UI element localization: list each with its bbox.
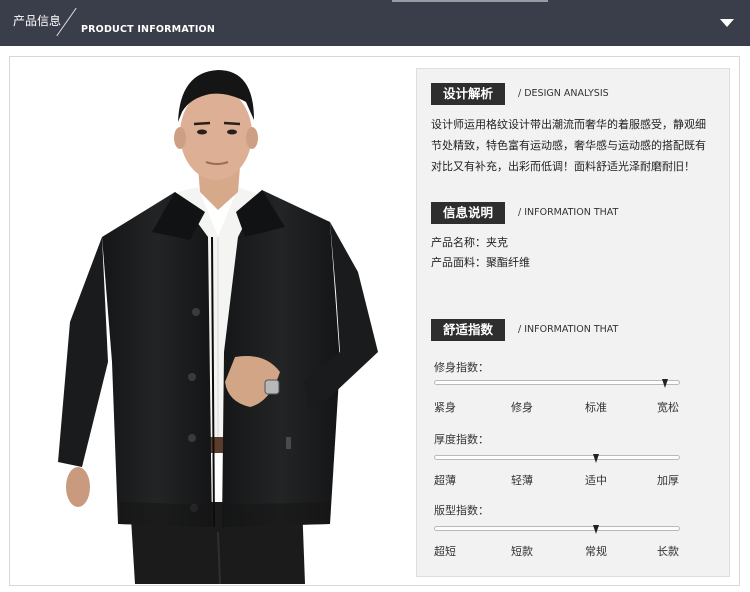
scale-option: 标准: [585, 401, 607, 414]
model-in-jacket-image: [58, 70, 378, 584]
thickness-scale-marker: [593, 454, 599, 463]
comfort-title: 舒适指数: [431, 319, 506, 341]
scale-option: 宽松: [657, 401, 679, 414]
banner-title-en: PRODUCT INFORMATION: [81, 24, 215, 35]
comfort-subtitle: / INFORMATION THAT: [518, 324, 619, 335]
info-panel: 设计解析 / DESIGN ANALYSIS 设计师运用格纹设计带出潮流而奢华的…: [416, 68, 730, 577]
scale-option: 修身: [511, 401, 533, 414]
scale-option: 适中: [585, 474, 607, 487]
scale-option: 紧身: [434, 401, 456, 414]
fit-scale-label: 修身指数：: [434, 361, 489, 374]
design-description: 设计师运用格纹设计带出潮流而奢华的着服感受，静观细 节处精致，特色富有运动感，奢…: [431, 114, 723, 177]
cut-scale-marker: [593, 525, 599, 534]
product-photo: [40, 62, 400, 584]
chevron-down-icon[interactable]: [720, 19, 734, 27]
thickness-scale-track: [434, 455, 680, 460]
scale-option: 常规: [585, 545, 607, 558]
cut-scale-label: 版型指数：: [434, 504, 489, 517]
cut-scale-track: [434, 526, 680, 531]
product-name-line: 产品名称：夹克: [431, 236, 508, 249]
scale-option: 长款: [657, 545, 679, 558]
scale-option: 超薄: [434, 474, 456, 487]
fit-scale-marker: [662, 379, 668, 388]
thickness-scale-label: 厚度指数：: [434, 433, 489, 446]
scale-option: 加厚: [657, 474, 679, 487]
design-analysis-subtitle: / DESIGN ANALYSIS: [518, 88, 609, 99]
info-title: 信息说明: [431, 202, 506, 224]
info-subtitle: / INFORMATION THAT: [518, 207, 619, 218]
design-analysis-title: 设计解析: [431, 83, 506, 105]
scale-option: 轻薄: [511, 474, 533, 487]
design-line: 设计师运用格纹设计带出潮流而奢华的着服感受，静观细: [431, 118, 706, 131]
design-line: 节处精致，特色富有运动感，奢华感与运动感的搭配既有: [431, 139, 706, 152]
product-fabric-line: 产品面料：聚酯纤维: [431, 256, 530, 269]
fit-scale-track: [434, 380, 680, 385]
scale-option: 超短: [434, 545, 456, 558]
top-banner: 产品信息 PRODUCT INFORMATION: [0, 0, 750, 46]
scale-option: 短款: [511, 545, 533, 558]
banner-title-cn: 产品信息: [13, 14, 62, 28]
design-line: 对比又有补充，出彩而低调！面料舒适光泽耐磨耐旧！: [431, 160, 695, 173]
banner-top-line: [392, 0, 548, 2]
